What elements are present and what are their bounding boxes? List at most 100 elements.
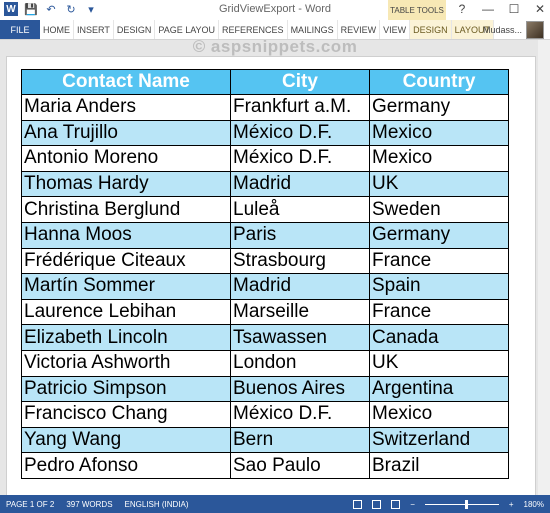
tab-references[interactable]: REFERENCES xyxy=(219,20,288,39)
document-area: © aspsnippets.com Contact Name City Coun… xyxy=(0,40,550,495)
table-tools-label: TABLE TOOLS xyxy=(388,0,446,20)
table-row: Antonio Moreno México D.F. Mexico xyxy=(21,145,509,172)
web-layout-icon[interactable] xyxy=(391,499,401,509)
user-account[interactable]: Mudass... xyxy=(483,20,544,39)
close-button[interactable]: ✕ xyxy=(534,2,546,16)
ribbon-tabs: FILE HOME INSERT DESIGN PAGE LAYOU REFER… xyxy=(0,20,550,40)
cell-city[interactable]: Frankfurt a.M. xyxy=(230,94,370,121)
cell-city[interactable]: Marseille xyxy=(230,298,370,326)
cell-city[interactable]: Sao Paulo xyxy=(230,452,370,479)
maximize-button[interactable]: ☐ xyxy=(508,2,520,16)
undo-icon[interactable]: ↶ xyxy=(44,2,58,16)
redo-icon[interactable]: ↻ xyxy=(64,2,78,16)
cell-city[interactable]: Paris xyxy=(230,221,370,249)
header-contact-name[interactable]: Contact Name xyxy=(21,69,231,95)
cell-city[interactable]: Bern xyxy=(230,426,370,454)
cell-city[interactable]: Madrid xyxy=(230,273,370,300)
cell-contact-name[interactable]: Hanna Moos xyxy=(21,221,231,249)
print-layout-icon[interactable] xyxy=(372,499,382,509)
cell-contact-name[interactable]: Yang Wang xyxy=(21,426,231,454)
table-row: Frédérique Citeaux Strasbourg France xyxy=(21,247,509,275)
cell-country[interactable]: UK xyxy=(369,170,509,198)
cell-country[interactable]: Mexico xyxy=(369,119,509,147)
cell-contact-name[interactable]: Maria Anders xyxy=(21,94,231,121)
cell-country[interactable]: Brazil xyxy=(369,452,509,479)
help-button[interactable]: ? xyxy=(456,2,468,16)
cell-country[interactable]: Mexico xyxy=(369,401,509,428)
cell-city[interactable]: London xyxy=(230,349,370,377)
read-mode-icon[interactable] xyxy=(353,499,363,509)
customize-toolbar-icon[interactable]: ▾ xyxy=(84,2,98,16)
cell-country[interactable]: Mexico xyxy=(369,145,509,172)
word-count[interactable]: 397 WORDS xyxy=(60,500,118,509)
title-bar: W 💾 ↶ ↻ ▾ GridViewExport - Word TABLE TO… xyxy=(0,0,550,21)
cell-country[interactable]: Argentina xyxy=(369,375,509,403)
zoom-out-button[interactable]: − xyxy=(410,500,415,509)
cell-country[interactable]: UK xyxy=(369,349,509,377)
zoom-in-button[interactable]: + xyxy=(509,500,514,509)
cell-country[interactable]: Canada xyxy=(369,324,509,351)
tab-table-design[interactable]: DESIGN xyxy=(410,20,452,39)
cell-contact-name[interactable]: Frédérique Citeaux xyxy=(21,247,231,275)
save-icon[interactable]: 💾 xyxy=(24,2,38,16)
cell-country[interactable]: Spain xyxy=(369,273,509,300)
table-row: Martín Sommer Madrid Spain xyxy=(21,273,509,300)
tab-mailings[interactable]: MAILINGS xyxy=(288,20,338,39)
table-row: Victoria Ashworth London UK xyxy=(21,349,509,377)
quick-access-toolbar: W 💾 ↶ ↻ ▾ xyxy=(4,2,98,16)
cell-contact-name[interactable]: Christina Berglund xyxy=(21,196,231,223)
contacts-table[interactable]: Contact Name City Country Maria Anders F… xyxy=(21,69,509,479)
cell-contact-name[interactable]: Victoria Ashworth xyxy=(21,349,231,377)
zoom-level[interactable]: 180% xyxy=(524,500,544,509)
tab-file[interactable]: FILE xyxy=(0,20,40,39)
page-count[interactable]: PAGE 1 OF 2 xyxy=(0,500,60,509)
tab-review[interactable]: REVIEW xyxy=(338,20,381,39)
tab-home[interactable]: HOME xyxy=(40,20,74,39)
cell-contact-name[interactable]: Patricio Simpson xyxy=(21,375,231,403)
header-country[interactable]: Country xyxy=(369,69,509,95)
word-logo-icon[interactable]: W xyxy=(4,2,18,16)
table-row: Laurence Lebihan Marseille France xyxy=(21,298,509,326)
table-row: Patricio Simpson Buenos Aires Argentina xyxy=(21,375,509,403)
cell-country[interactable]: Sweden xyxy=(369,196,509,223)
document-page[interactable]: Contact Name City Country Maria Anders F… xyxy=(6,56,536,495)
cell-country[interactable]: Germany xyxy=(369,94,509,121)
cell-contact-name[interactable]: Martín Sommer xyxy=(21,273,231,300)
language[interactable]: ENGLISH (INDIA) xyxy=(119,500,195,509)
cell-contact-name[interactable]: Elizabeth Lincoln xyxy=(21,324,231,351)
tab-view[interactable]: VIEW xyxy=(380,20,411,39)
cell-city[interactable]: México D.F. xyxy=(230,401,370,428)
cell-city[interactable]: Strasbourg xyxy=(230,247,370,275)
avatar[interactable] xyxy=(526,20,544,39)
cell-country[interactable]: Switzerland xyxy=(369,426,509,454)
cell-city[interactable]: Buenos Aires xyxy=(230,375,370,403)
cell-contact-name[interactable]: Francisco Chang xyxy=(21,401,231,428)
cell-contact-name[interactable]: Laurence Lebihan xyxy=(21,298,231,326)
tab-design[interactable]: DESIGN xyxy=(114,20,156,39)
cell-contact-name[interactable]: Antonio Moreno xyxy=(21,145,231,172)
cell-contact-name[interactable]: Thomas Hardy xyxy=(21,170,231,198)
header-city[interactable]: City xyxy=(230,69,370,95)
vertical-scrollbar[interactable] xyxy=(538,40,550,495)
zoom-slider-thumb[interactable] xyxy=(464,499,468,509)
view-controls: − + 180% xyxy=(353,495,544,513)
tab-insert[interactable]: INSERT xyxy=(74,20,114,39)
zoom-slider[interactable] xyxy=(424,499,499,509)
user-name: Mudass... xyxy=(482,24,522,35)
minimize-button[interactable]: — xyxy=(482,2,494,16)
cell-city[interactable]: Luleå xyxy=(230,196,370,223)
cell-city[interactable]: México D.F. xyxy=(230,119,370,147)
tab-page-layout[interactable]: PAGE LAYOU xyxy=(155,20,220,39)
cell-contact-name[interactable]: Pedro Afonso xyxy=(21,452,231,479)
cell-city[interactable]: México D.F. xyxy=(230,145,370,172)
cell-contact-name[interactable]: Ana Trujillo xyxy=(21,119,231,147)
table-row: Yang Wang Bern Switzerland xyxy=(21,426,509,454)
table-row: Hanna Moos Paris Germany xyxy=(21,221,509,249)
cell-country[interactable]: France xyxy=(369,298,509,326)
cell-country[interactable]: France xyxy=(369,247,509,275)
cell-city[interactable]: Madrid xyxy=(230,170,370,198)
status-bar: PAGE 1 OF 2 397 WORDS ENGLISH (INDIA) − … xyxy=(0,495,550,513)
cell-country[interactable]: Germany xyxy=(369,221,509,249)
cell-city[interactable]: Tsawassen xyxy=(230,324,370,351)
watermark: © aspsnippets.com xyxy=(192,40,358,56)
